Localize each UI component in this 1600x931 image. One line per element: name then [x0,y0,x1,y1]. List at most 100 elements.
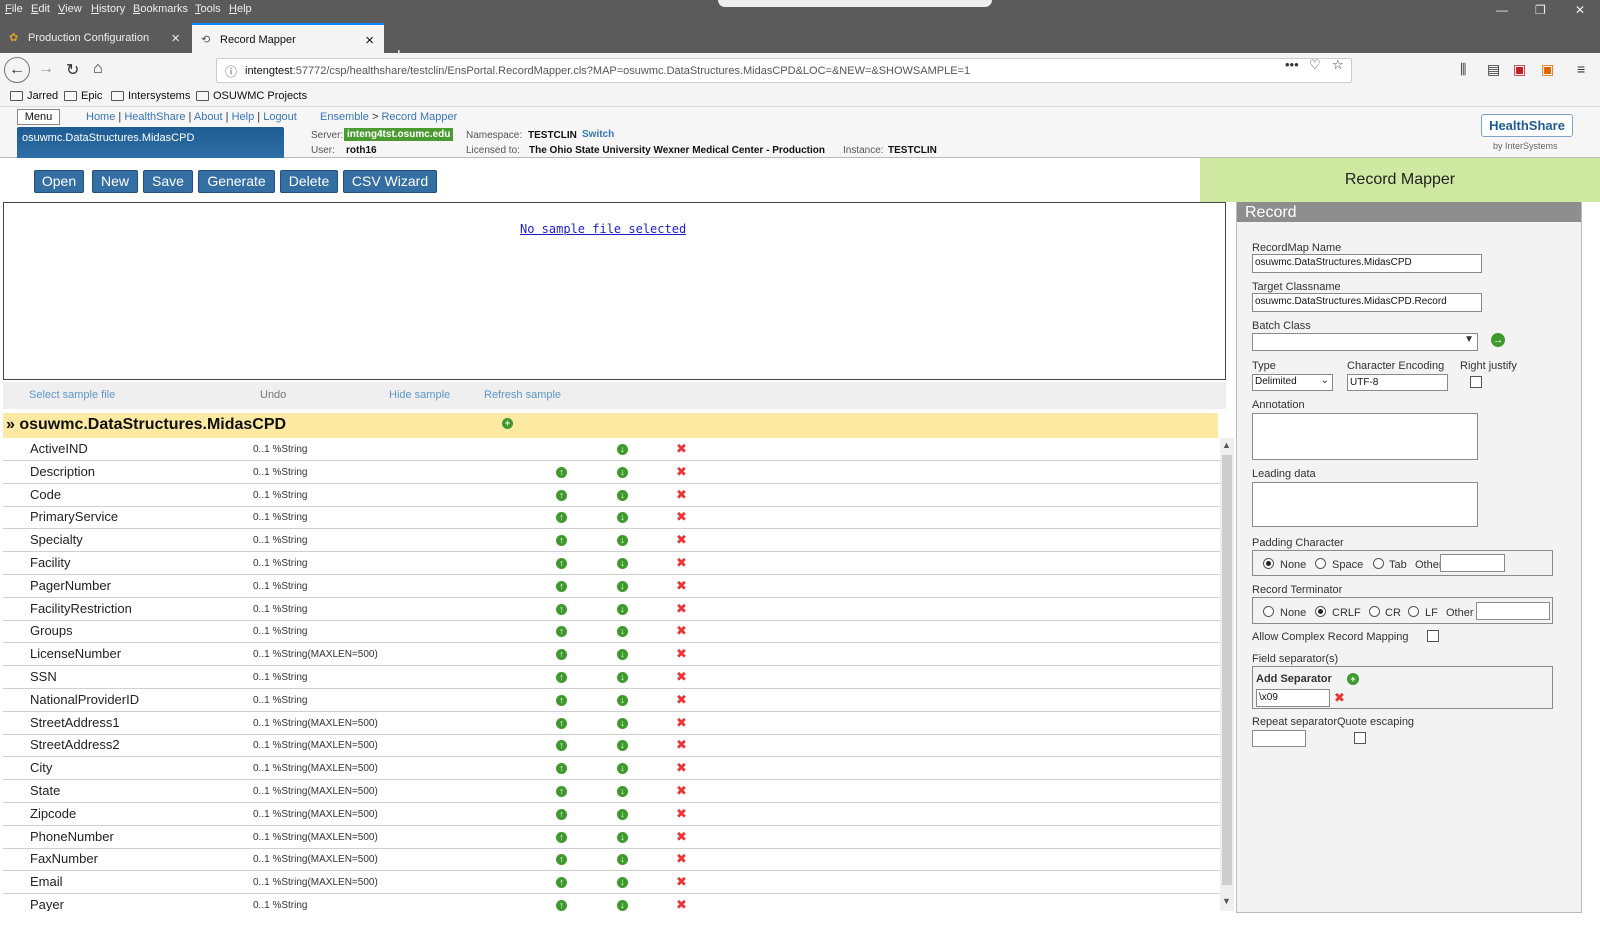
sidebar-icon[interactable]: ▤ [1487,61,1500,78]
field-name[interactable]: Facility [30,555,70,570]
field-name[interactable]: LicenseNumber [30,646,121,661]
field-row[interactable]: Specialty 0..1 %String ↑ ↓ ✖ [3,529,1220,553]
delete-field-icon[interactable]: ✖ [676,716,687,729]
delete-field-icon[interactable]: ✖ [676,602,687,615]
recordmap-name-input[interactable]: osuwmc.DataStructures.MidasCPD [1252,254,1482,273]
terminator-lf-radio[interactable] [1408,606,1419,617]
field-name[interactable]: StreetAddress1 [30,715,120,730]
delete-field-icon[interactable]: ✖ [676,693,687,706]
move-up-icon[interactable]: ↑ [556,694,567,706]
type-select[interactable]: Delimited ⌄ [1252,374,1333,391]
field-row[interactable]: City 0..1 %String(MAXLEN=500) ↑ ↓ ✖ [3,757,1220,781]
separator-input[interactable]: \x09 [1256,689,1330,707]
menu-view[interactable]: View [58,3,82,15]
move-down-icon[interactable]: ↓ [617,786,628,797]
healthshare-link[interactable]: HealthShare [124,111,185,123]
move-up-icon[interactable]: ↑ [556,740,567,752]
quote-escaping-checkbox[interactable] [1354,732,1366,744]
move-down-icon[interactable]: ↓ [617,444,628,455]
delete-field-icon[interactable]: ✖ [676,898,687,911]
move-up-icon[interactable]: ↑ [556,831,567,843]
field-name[interactable]: Email [30,874,63,889]
move-up-icon[interactable]: ↑ [556,535,567,547]
field-row[interactable]: FacilityRestriction 0..1 %String ↑ ↓ ✖ [3,598,1220,621]
library-icon[interactable]: ⫼ [1460,61,1466,78]
tab-record-mapper[interactable]: ⟲ Record Mapper × [192,23,384,53]
move-down-icon[interactable]: ↓ [617,717,628,729]
field-list-scrollbar[interactable]: ▲ ▼ [1220,438,1234,911]
field-name[interactable]: PagerNumber [30,578,111,593]
home-icon[interactable]: ⌂ [93,60,103,78]
field-name[interactable]: SSN [30,669,57,684]
menu-file[interactable]: File [5,3,23,15]
field-row[interactable]: SSN 0..1 %String ↑ ↓ ✖ [3,666,1220,689]
help-link[interactable]: Help [232,111,255,123]
terminator-crlf-radio[interactable] [1315,606,1326,617]
move-down-icon[interactable]: ↓ [617,558,628,569]
remove-separator-icon[interactable]: ✖ [1334,691,1345,704]
delete-field-icon[interactable]: ✖ [676,624,687,637]
move-down-icon[interactable]: ↓ [617,740,628,752]
add-separator-icon[interactable]: + [1347,673,1359,685]
delete-field-icon[interactable]: ✖ [676,465,687,478]
batch-class-select[interactable]: ▼ [1252,333,1478,351]
reload-icon[interactable]: ↻ [66,60,79,80]
about-link[interactable]: About [194,111,223,123]
url-bar[interactable]: ⓘ intengtest:57772/csp/healthshare/testc… [216,58,1352,83]
hamburger-menu-icon[interactable]: ≡ [1577,61,1585,77]
breadcrumb-record-mapper[interactable]: Record Mapper [381,111,457,123]
bookmark-folder-osuwmc-projects[interactable]: OSUWMC Projects [196,90,307,102]
window-drag-handle[interactable] [718,0,992,7]
bookmark-star-icon[interactable]: ☆ [1332,57,1344,73]
menu-bookmarks[interactable]: Bookmarks [133,3,188,15]
field-name[interactable]: Specialty [30,532,83,547]
terminator-cr-radio[interactable] [1369,606,1380,617]
move-up-icon[interactable]: ↑ [556,512,567,524]
field-row[interactable]: PhoneNumber 0..1 %String(MAXLEN=500) ↑ ↓ ✖ [3,826,1220,849]
move-up-icon[interactable]: ↑ [556,808,567,820]
delete-field-icon[interactable]: ✖ [676,488,687,501]
field-row[interactable]: ActiveIND 0..1 %String ↓ ✖ [3,438,1220,461]
delete-field-icon[interactable]: ✖ [676,556,687,569]
no-sample-link[interactable]: No sample file selected [520,222,686,236]
delete-field-icon[interactable]: ✖ [676,738,687,751]
field-row[interactable]: StreetAddress1 0..1 %String(MAXLEN=500) ↑ ↓… [3,712,1220,735]
field-row[interactable]: PagerNumber 0..1 %String ↑ ↓ ✖ [3,575,1220,598]
home-link[interactable]: Home [86,111,115,123]
menu-edit[interactable]: Edit [31,3,50,15]
delete-field-icon[interactable]: ✖ [676,761,687,774]
generate-button[interactable]: Generate [198,170,275,193]
leading-data-textarea[interactable] [1252,482,1478,527]
switch-namespace-link[interactable]: Switch [582,129,614,140]
field-name[interactable]: Code [30,487,61,502]
minimize-icon[interactable]: — [1496,3,1508,17]
move-down-icon[interactable]: ↓ [617,808,628,820]
field-row[interactable]: Code 0..1 %String ↑ ↓ ✖ [3,484,1220,507]
move-down-icon[interactable]: ↓ [617,854,628,866]
field-name[interactable]: FaxNumber [30,851,98,866]
annotation-textarea[interactable] [1252,413,1478,460]
move-down-icon[interactable]: ↓ [617,649,628,661]
field-name[interactable]: Payer [30,897,64,911]
field-row[interactable]: PrimaryService 0..1 %String ↑ ↓ ✖ [3,506,1220,530]
field-name[interactable]: StreetAddress2 [30,737,120,752]
repeat-separator-input[interactable] [1252,730,1306,747]
target-classname-input[interactable]: osuwmc.DataStructures.MidasCPD.Record [1252,293,1482,312]
move-down-icon[interactable]: ↓ [617,580,628,592]
field-name[interactable]: PrimaryService [30,509,118,524]
move-up-icon[interactable]: ↑ [556,763,567,775]
batch-class-go-icon[interactable]: → [1491,333,1505,347]
move-up-icon[interactable]: ↑ [556,603,567,615]
move-down-icon[interactable]: ↓ [617,831,628,843]
add-field-icon[interactable]: + [502,418,513,429]
field-name[interactable]: Description [30,464,95,479]
delete-field-icon[interactable]: ✖ [676,784,687,797]
move-up-icon[interactable]: ↑ [556,626,567,638]
padding-space-radio[interactable] [1315,558,1326,569]
move-down-icon[interactable]: ↓ [617,603,628,615]
field-row[interactable]: Zipcode 0..1 %String(MAXLEN=500) ↑ ↓ ✖ [3,803,1220,826]
pdf-extension-icon[interactable]: ▣ [1513,61,1526,78]
delete-field-icon[interactable]: ✖ [676,830,687,843]
move-up-icon[interactable]: ↑ [556,466,567,478]
terminator-none-radio[interactable] [1263,606,1274,617]
